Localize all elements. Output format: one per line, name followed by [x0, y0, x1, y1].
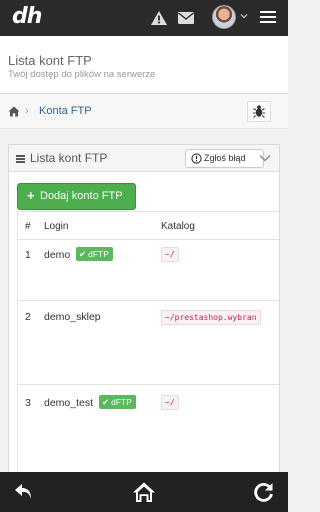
breadcrumb-item-ftp[interactable]: Konta FTP [39, 105, 92, 117]
page-title: Lista kont FTP [8, 53, 92, 68]
breadcrumb-separator: › [25, 105, 29, 117]
page-subtitle: Twój dostęp do plików na serwerze [8, 69, 156, 80]
row-number: 2 [25, 311, 31, 323]
column-header-directory[interactable]: Katalog [161, 221, 195, 232]
row-directory: ~/ [161, 247, 179, 262]
chevron-down-icon[interactable] [259, 153, 271, 163]
envelope-icon[interactable] [177, 10, 195, 26]
home-icon[interactable] [132, 481, 156, 503]
home-icon[interactable] [8, 106, 20, 117]
refresh-icon[interactable] [252, 481, 276, 503]
report-error-label: Zgłoś błąd [204, 153, 246, 163]
check-icon: ✔ [79, 249, 87, 259]
chevron-down-icon[interactable] [240, 12, 248, 20]
bug-icon [253, 105, 265, 118]
dftp-badge: ✔ dFTP [76, 247, 113, 261]
table-divider [18, 300, 279, 301]
menu-icon[interactable] [260, 11, 276, 24]
ftp-accounts-table: # Login Katalog 1 demo ✔ dFTP ~/ 2 demo_s… [17, 211, 279, 481]
row-login[interactable]: demo_sklep [44, 311, 101, 323]
row-number: 3 [25, 397, 31, 409]
top-bar: dh [0, 0, 288, 36]
column-header-number: # [25, 221, 31, 232]
app-logo[interactable]: dh [12, 4, 42, 29]
dftp-badge: ✔ dFTP [99, 395, 136, 409]
row-directory: ~/prestashop.wybran [161, 310, 261, 325]
column-header-login[interactable]: Login [44, 221, 68, 232]
warning-icon[interactable] [150, 10, 168, 26]
table-divider [18, 239, 279, 240]
plus-icon: + [27, 188, 35, 203]
row-login[interactable]: demo_test [44, 397, 93, 409]
list-icon [16, 155, 25, 163]
check-icon: ✔ [102, 397, 110, 407]
bug-report-button[interactable] [247, 101, 271, 122]
table-divider [18, 384, 279, 385]
add-ftp-account-button[interactable]: + Dodaj konto FTP [17, 183, 136, 210]
page-header: Lista kont FTP Twój dostęp do plików na … [0, 36, 288, 94]
ftp-accounts-panel: Lista kont FTP Zgłoś błąd + Dodaj konto … [8, 144, 280, 481]
info-circle-icon [191, 153, 202, 164]
report-error-button[interactable]: Zgłoś błąd [185, 149, 264, 168]
panel-title: Lista kont FTP [30, 151, 108, 165]
panel-header: Lista kont FTP Zgłoś błąd [9, 145, 279, 172]
bottom-nav-bar [0, 472, 288, 512]
row-directory: ~/ [161, 395, 179, 410]
row-login[interactable]: demo [44, 249, 70, 261]
add-button-label: Dodaj konto FTP [40, 190, 123, 202]
breadcrumb: › Konta FTP [0, 94, 288, 129]
row-number: 1 [25, 249, 31, 261]
back-icon[interactable] [12, 481, 36, 503]
avatar[interactable] [212, 5, 236, 29]
